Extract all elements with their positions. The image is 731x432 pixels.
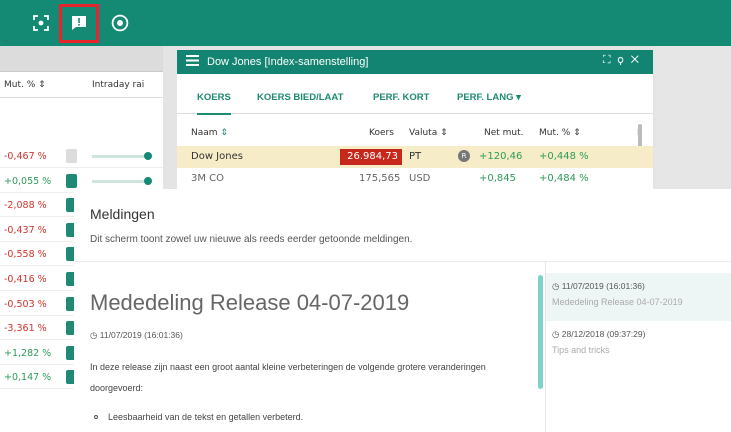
- row-mut-pct: -0,503 %: [4, 298, 47, 310]
- intraday-range-knob: [144, 176, 152, 185]
- clock-icon: ◷: [552, 329, 560, 339]
- article-title: Mededeling Release 04-07-2019: [90, 290, 410, 315]
- row-net-mut: +120,46: [479, 151, 523, 162]
- row-mut-pct: +0,448 %: [539, 151, 589, 162]
- notification-title: Tips and tricks: [552, 345, 610, 355]
- intraday-range-knob: [144, 152, 152, 160]
- row-mut-pct: +0,147 %: [4, 372, 52, 384]
- clock-icon: ◷: [90, 330, 98, 340]
- notification-date: 28/12/2018 (09:37:29): [561, 329, 646, 339]
- intraday-range-track: [92, 155, 148, 158]
- article-date-text: 11/07/2019 (16:01:36): [99, 330, 183, 340]
- article-scrollbar[interactable]: [538, 275, 543, 389]
- row-mut-pct: -0,416 %: [4, 274, 47, 285]
- left-column-headers: Mut. % ⇕ Intraday rai: [0, 72, 163, 98]
- modal-title: Meldingen: [90, 206, 155, 222]
- table-row[interactable]: Dow Jones 26.984,73 PT R +120,46 +0,448 …: [177, 146, 653, 168]
- top-toolbar: [0, 0, 731, 46]
- intraday-range-track: [92, 179, 148, 183]
- dj-title: Dow Jones [Index-samenstelling]: [207, 56, 369, 68]
- record-icon[interactable]: [106, 9, 134, 37]
- tab-perf-lang[interactable]: PERF. LANG ▾: [457, 92, 521, 103]
- notifications-modal: Meldingen Dit scherm toont zowel uw nieu…: [74, 189, 731, 432]
- row-mut-pct: -0,467 %: [4, 151, 47, 162]
- notification-title: Mededeling Release 04-07-2019: [552, 297, 683, 307]
- realtime-badge: R: [458, 150, 470, 162]
- notification-item[interactable]: ◷ 28/12/2018 (09:37:29) Tips and tricks: [546, 321, 731, 369]
- row-valuta: USD: [409, 173, 431, 184]
- row-mut-pct: +1,282 %: [4, 347, 52, 359]
- row-mut-pct: +0,484 %: [539, 173, 589, 184]
- notification-date: 11/07/2019 (16:01:36): [561, 281, 645, 291]
- clock-icon: ◷: [552, 281, 560, 291]
- row-mut-pct: -0,437 %: [4, 224, 47, 236]
- modal-subtitle: Dit scherm toont zowel uw nieuwe als ree…: [90, 234, 413, 245]
- row-valuta: PT: [409, 151, 422, 162]
- left-panel-header: [0, 46, 163, 72]
- dj-titlebar: Dow Jones [Index-samenstelling] ⛶ ⚲ ✕: [177, 50, 653, 74]
- row-naam: 3M CO: [191, 173, 225, 184]
- col-intraday[interactable]: Intraday rai: [92, 80, 144, 90]
- focus-icon[interactable]: [27, 9, 55, 37]
- row-koers: 175,565: [359, 173, 401, 184]
- col-mut-pct[interactable]: Mut. % ⇕: [4, 80, 46, 90]
- table-row[interactable]: 3M CO 175,565 USD +0,845 +0,484 %: [177, 168, 653, 190]
- bullet-icon: [94, 415, 98, 419]
- trade-icon[interactable]: [66, 173, 77, 188]
- row-mut-pct: -0,558 %: [4, 249, 47, 261]
- row-mut-pct: +0,055 %: [4, 175, 52, 187]
- highlight-box: [59, 4, 99, 43]
- article-date: ◷ 11/07/2019 (16:01:36): [90, 330, 183, 341]
- table-row[interactable]: -0,467 %: [0, 144, 163, 168]
- left-dropdown[interactable]: -: [4, 36, 7, 47]
- menu-icon[interactable]: [186, 55, 199, 69]
- divider: [74, 261, 731, 262]
- notification-item[interactable]: ◷ 11/07/2019 (16:01:36) Mededeling Relea…: [546, 273, 731, 321]
- tab-perf-kort[interactable]: PERF. KORT: [373, 92, 429, 103]
- dj-tabs: KOERS KOERS BIED/LAAT PERF. KORT PERF. L…: [177, 74, 653, 115]
- row-mut-pct: -3,361 %: [4, 323, 47, 335]
- dj-column-headers: Naam ⇕ Koers Valuta ⇕ Net mut. Mut. % ⇕ …: [177, 122, 653, 144]
- col-mut-pct-dj[interactable]: Mut. % ⇕: [539, 128, 581, 138]
- tab-koers[interactable]: KOERS: [197, 92, 231, 115]
- article-bullets: Leesbaarheid van de tekst en getallen ve…: [90, 412, 303, 422]
- col-koers[interactable]: Koers: [369, 128, 394, 138]
- row-net-mut: +0,845: [479, 173, 517, 184]
- koers-badge: 26.984,73: [340, 149, 402, 165]
- col-net-mut[interactable]: Net mut.: [484, 128, 524, 138]
- list-item: Leesbaarheid van de tekst en getallen ve…: [90, 412, 303, 422]
- row-naam: Dow Jones: [191, 151, 243, 162]
- tab-koers-bied-laat[interactable]: KOERS BIED/LAAT: [257, 92, 343, 103]
- col-naam[interactable]: Naam ⇕: [191, 128, 228, 138]
- article-body: In deze release zijn naast een groot aan…: [90, 362, 486, 393]
- row-mut-pct: -2,088 %: [4, 200, 47, 212]
- col-valuta[interactable]: Valuta ⇕: [409, 128, 448, 138]
- window-controls-icon[interactable]: ⛶ ⚲ ✕: [603, 54, 641, 67]
- dow-jones-window: Dow Jones [Index-samenstelling] ⛶ ⚲ ✕ KO…: [177, 50, 653, 200]
- trade-icon[interactable]: [66, 149, 77, 163]
